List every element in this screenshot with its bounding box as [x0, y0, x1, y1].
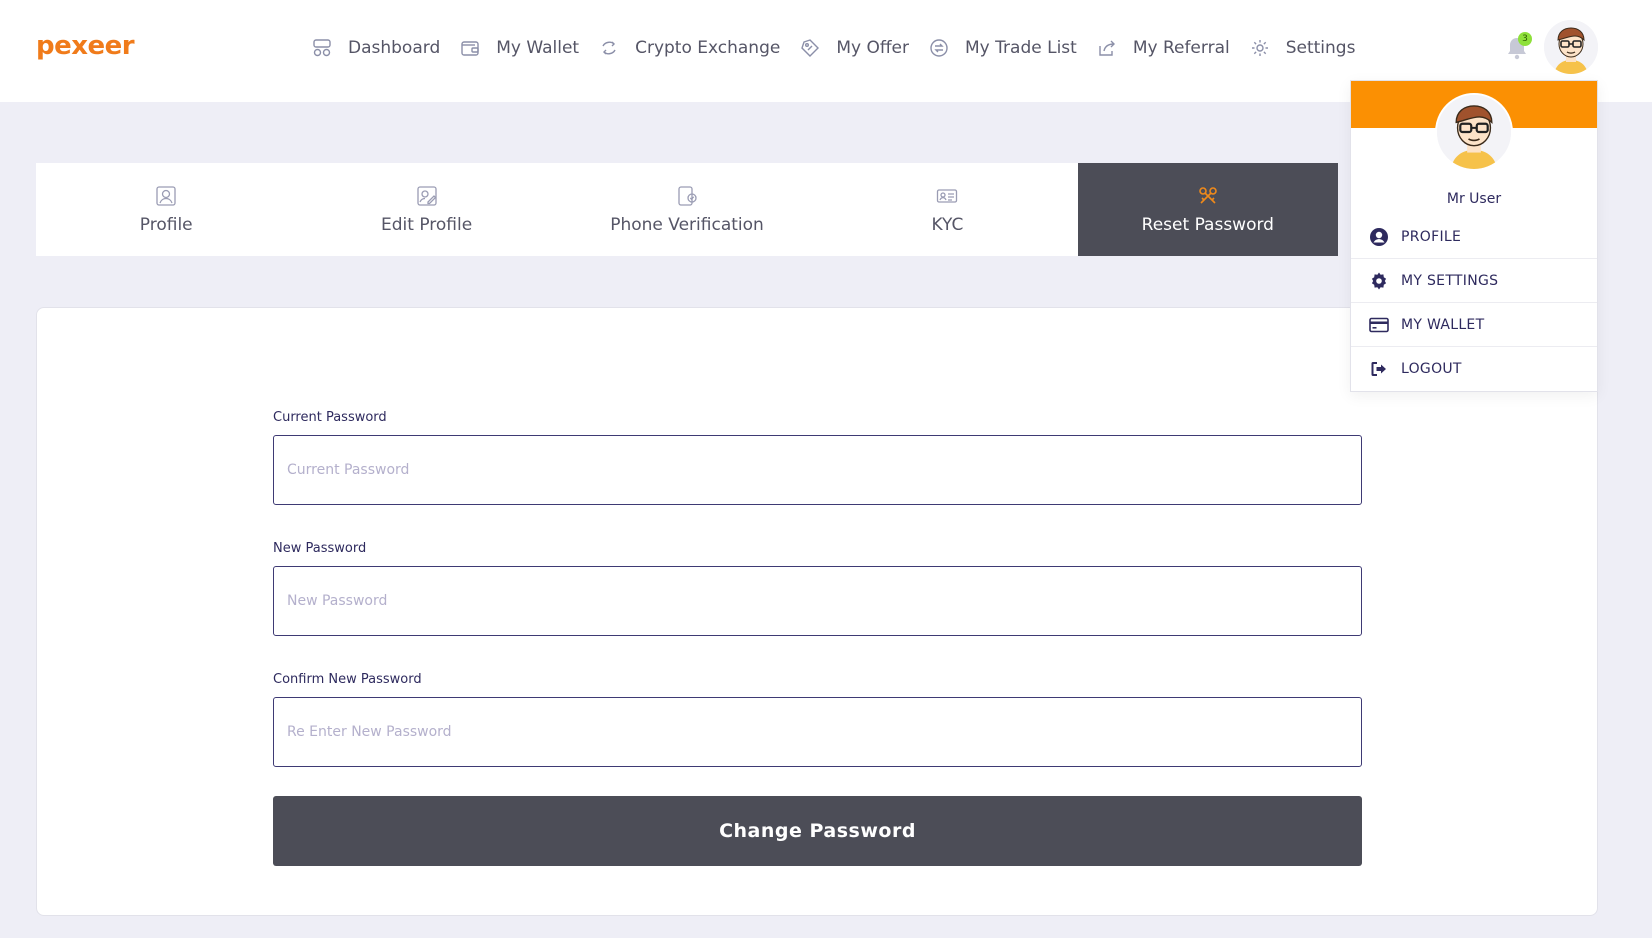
nav-item-my-wallet[interactable]: My Wallet — [460, 38, 579, 58]
menu-item-logout[interactable]: LOGOUT — [1351, 347, 1597, 391]
menu-item-my-settings[interactable]: MY SETTINGS — [1351, 259, 1597, 303]
nav-item-my-referral[interactable]: My Referral — [1097, 38, 1230, 58]
nav-item-my-trade-list[interactable]: My Trade List — [929, 38, 1077, 58]
tab-label: KYC — [931, 214, 964, 235]
exchange-icon — [599, 38, 619, 58]
tab-kyc[interactable]: KYC — [817, 163, 1077, 256]
menu-item-my-wallet[interactable]: MY WALLET — [1351, 303, 1597, 347]
edit-profile-icon — [416, 185, 438, 207]
dashboard-icon — [312, 38, 332, 58]
tab-reset-password[interactable]: Reset Password — [1077, 163, 1339, 256]
id-card-icon — [936, 185, 958, 207]
new-password-label: New Password — [273, 541, 367, 556]
notification-count-badge: 3 — [1518, 32, 1532, 46]
new-password-group: New Password — [273, 541, 1362, 636]
phone-verification-icon — [676, 185, 698, 207]
current-password-input[interactable] — [273, 435, 1362, 505]
menu-item-profile[interactable]: PROFILE — [1351, 215, 1597, 259]
menu-label: PROFILE — [1401, 228, 1462, 245]
tab-label: Reset Password — [1141, 214, 1274, 235]
tab-edit-profile[interactable]: Edit Profile — [296, 163, 556, 256]
tab-phone-verification[interactable]: Phone Verification — [557, 163, 817, 256]
dropdown-user-name: Mr User — [1446, 191, 1502, 207]
menu-label: MY WALLET — [1401, 316, 1485, 333]
user-avatar-button[interactable] — [1544, 20, 1598, 74]
brand-logo-text: pexeer — [36, 31, 135, 61]
nav-label: Dashboard — [348, 38, 441, 58]
nav-item-settings[interactable]: Settings — [1250, 38, 1356, 58]
menu-label: MY SETTINGS — [1401, 272, 1499, 289]
avatar — [1437, 95, 1511, 169]
logout-icon — [1369, 359, 1389, 379]
reset-password-form: Current Password New Password Confirm Ne… — [273, 410, 1362, 803]
new-password-input[interactable] — [273, 566, 1362, 636]
nav-label: My Trade List — [965, 38, 1077, 58]
nav-label: My Referral — [1132, 38, 1230, 58]
credit-card-icon — [1369, 315, 1389, 335]
change-password-button[interactable]: Change Password — [273, 796, 1362, 866]
tab-label: Phone Verification — [610, 214, 764, 235]
confirm-password-input[interactable] — [273, 697, 1362, 767]
menu-label: LOGOUT — [1401, 361, 1462, 377]
avatar — [1544, 20, 1598, 74]
nav-label: Settings — [1285, 38, 1356, 58]
current-password-label: Current Password — [273, 410, 387, 425]
brand-logo[interactable]: pexeer — [36, 28, 135, 64]
gear-icon — [1250, 38, 1270, 58]
keys-icon — [1197, 185, 1219, 207]
confirm-password-group: Confirm New Password — [273, 672, 1362, 767]
trade-list-icon — [929, 38, 949, 58]
wallet-icon — [460, 38, 480, 58]
dropdown-avatar — [1435, 93, 1513, 171]
profile-icon — [155, 185, 177, 207]
profile-tabs: Profile Edit Profile Phone Verification … — [36, 163, 1339, 256]
offer-tag-icon — [800, 38, 820, 58]
nav-item-crypto-exchange[interactable]: Crypto Exchange — [599, 38, 780, 58]
share-icon — [1097, 38, 1117, 58]
dropdown-menu-list: PROFILE MY SETTINGS MY WALLET LOGOUT — [1351, 215, 1597, 391]
nav-item-dashboard[interactable]: Dashboard — [312, 38, 440, 58]
nav-item-my-offer[interactable]: My Offer — [800, 38, 909, 58]
confirm-password-label: Confirm New Password — [273, 672, 422, 687]
user-circle-icon — [1369, 227, 1389, 247]
nav-label: My Offer — [836, 38, 910, 58]
nav-label: My Wallet — [496, 38, 580, 58]
user-dropdown-menu: Mr User PROFILE MY SETTINGS MY WALLET LO… — [1350, 80, 1598, 392]
tab-label: Profile — [139, 214, 193, 235]
main-nav: Dashboard My Wallet Crypto Exchange My O… — [312, 30, 1375, 66]
tab-profile[interactable]: Profile — [36, 163, 296, 256]
cog-icon — [1369, 271, 1389, 291]
nav-label: Crypto Exchange — [635, 38, 781, 58]
tab-label: Edit Profile — [381, 214, 473, 235]
current-password-group: Current Password — [273, 410, 1362, 505]
